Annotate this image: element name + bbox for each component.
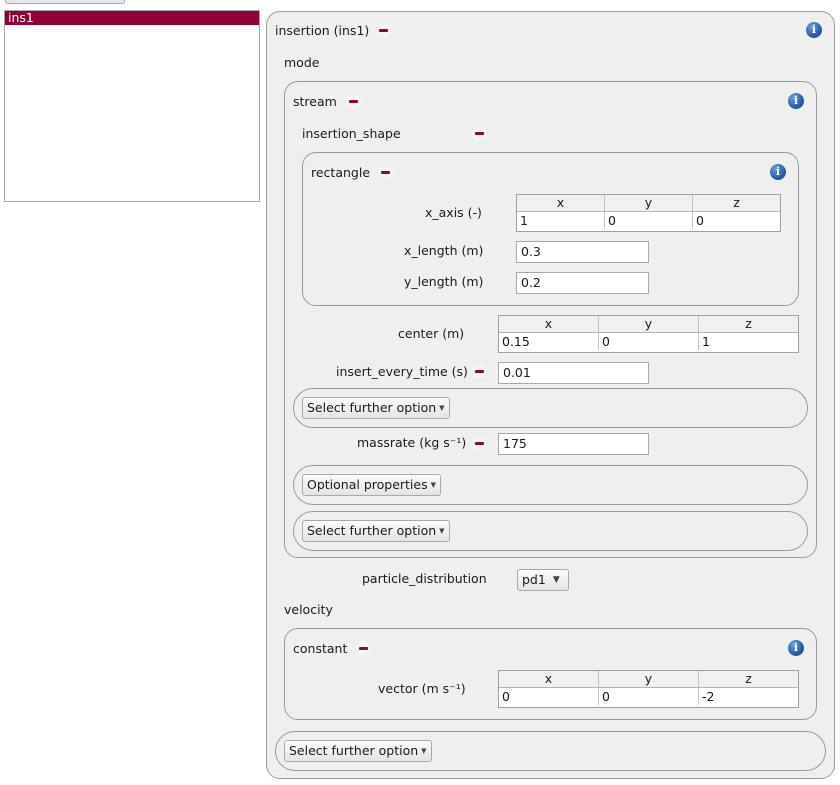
y-length-label: y_length (m) [404, 274, 484, 289]
dropdown-arrow-icon: ▼ [439, 404, 445, 412]
insert-every-time-input[interactable]: 0.01 [498, 362, 649, 384]
x-axis-cell-x[interactable]: 1 [517, 212, 604, 229]
center-header-x: x [544, 316, 553, 331]
particle-distribution-label: particle_distribution [362, 571, 487, 586]
mode-label: mode [284, 55, 320, 70]
particle-distribution-value: pd1 [522, 572, 546, 587]
center-label: center (m) [398, 326, 465, 341]
dropdown-arrow-icon: ▼ [552, 575, 560, 585]
x-axis-table[interactable]: x y z 1 0 0 [516, 194, 781, 232]
stream-info-icon[interactable]: i [788, 93, 804, 109]
vector-table[interactable]: x y z 0 0 -2 [498, 670, 799, 708]
center-header-y: y [598, 316, 698, 332]
center-cell-x[interactable]: 0.15 [499, 333, 598, 350]
dropdown-arrow-icon: ▼ [439, 527, 445, 535]
select-further-option-1-label: Select further option [307, 400, 437, 415]
select-further-option-button-1[interactable]: Select further option ▼ [302, 397, 450, 419]
remove-stream-icon[interactable] [346, 94, 361, 109]
insertion-title: insertion (ins1) [275, 23, 370, 38]
vector-cell-x[interactable]: 0 [499, 688, 598, 705]
item-list[interactable]: ins1 [4, 10, 260, 202]
remove-insert-every-time-icon[interactable] [472, 364, 487, 379]
remove-insertion-icon[interactable] [376, 23, 391, 38]
select-further-option-outer-label: Select further option [289, 743, 419, 758]
top-toolbar-button[interactable] [5, 0, 125, 4]
x-axis-cell-y[interactable]: 0 [604, 212, 692, 229]
x-length-input[interactable]: 0.3 [516, 241, 649, 263]
vector-header-z: z [698, 671, 798, 687]
remove-insertion-shape-icon[interactable] [472, 126, 487, 141]
constant-title: constant [293, 641, 348, 656]
massrate-input[interactable]: 175 [498, 433, 649, 455]
massrate-label: massrate (kg s⁻¹) [357, 435, 467, 450]
center-header-z: z [698, 316, 798, 332]
vector-cell-y[interactable]: 0 [598, 688, 698, 705]
x-axis-header-y: y [604, 195, 692, 211]
remove-constant-icon[interactable] [356, 641, 371, 656]
insert-every-time-label: insert_every_time (s) [336, 364, 468, 379]
constant-info-icon[interactable]: i [788, 640, 804, 656]
vector-header-x: x [544, 671, 553, 686]
rectangle-info-icon[interactable]: i [770, 164, 786, 180]
x-axis-header-x: x [556, 195, 565, 210]
insertion-shape-label: insertion_shape [302, 126, 401, 141]
insertion-info-icon[interactable]: i [806, 22, 822, 38]
remove-massrate-icon[interactable] [472, 436, 487, 451]
rectangle-title: rectangle [311, 165, 371, 180]
select-further-option-2-label: Select further option [307, 523, 437, 538]
stream-title: stream [293, 94, 337, 109]
dropdown-arrow-icon: ▼ [430, 481, 437, 489]
x-axis-cell-z[interactable]: 0 [692, 212, 780, 229]
particle-distribution-select[interactable]: pd1 ▼ [517, 569, 569, 591]
dropdown-arrow-icon: ▼ [421, 747, 427, 755]
x-axis-label: x_axis (-) [425, 205, 482, 220]
y-length-input[interactable]: 0.2 [516, 272, 649, 294]
optional-properties-button[interactable]: Optional properties ▼ [302, 474, 442, 496]
x-axis-header-z: z [692, 195, 780, 211]
vector-cell-z[interactable]: -2 [698, 688, 798, 705]
list-item-ins1[interactable]: ins1 [5, 11, 259, 25]
center-cell-y[interactable]: 0 [598, 333, 698, 350]
remove-rectangle-icon[interactable] [378, 165, 393, 180]
center-cell-z[interactable]: 1 [698, 333, 798, 350]
optional-properties-label: Optional properties [307, 477, 428, 492]
velocity-label: velocity [284, 602, 333, 617]
select-further-option-button-outer[interactable]: Select further option ▼ [284, 740, 432, 762]
select-further-option-button-2[interactable]: Select further option ▼ [302, 520, 450, 542]
center-table[interactable]: x y z 0.15 0 1 [498, 315, 799, 353]
vector-header-y: y [598, 671, 698, 687]
vector-label: vector (m s⁻¹) [378, 681, 466, 696]
x-length-label: x_length (m) [404, 243, 484, 258]
